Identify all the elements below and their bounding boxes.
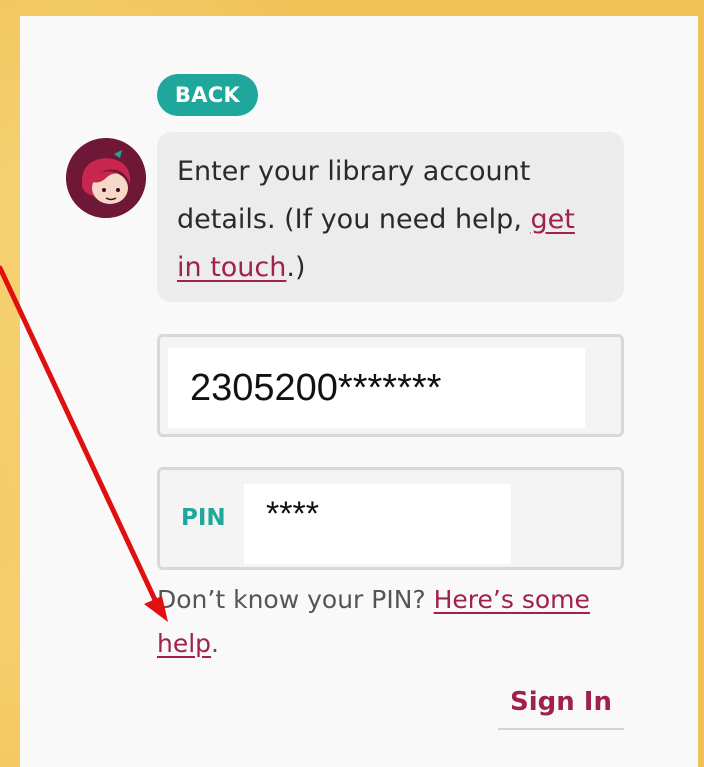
pin-help-text: Don’t know your PIN? Here’s some help. [157, 578, 617, 666]
pin-input[interactable]: **** [244, 484, 511, 564]
message-text-main: Enter your library account details. (If … [177, 156, 531, 235]
back-button[interactable]: BACK [157, 74, 258, 116]
message-bubble: Enter your library account details. (If … [157, 132, 624, 302]
libby-avatar-icon [66, 138, 146, 218]
message-text: Enter your library account details. (If … [177, 148, 597, 292]
message-text-end: .) [286, 252, 306, 283]
pin-label: PIN [181, 505, 226, 531]
library-card-input[interactable]: 2305200******* [168, 348, 585, 428]
pin-help-prefix: Don’t know your PIN? [157, 585, 434, 614]
pin-help-suffix: . [211, 629, 219, 658]
sign-in-button[interactable]: Sign In [498, 682, 624, 730]
